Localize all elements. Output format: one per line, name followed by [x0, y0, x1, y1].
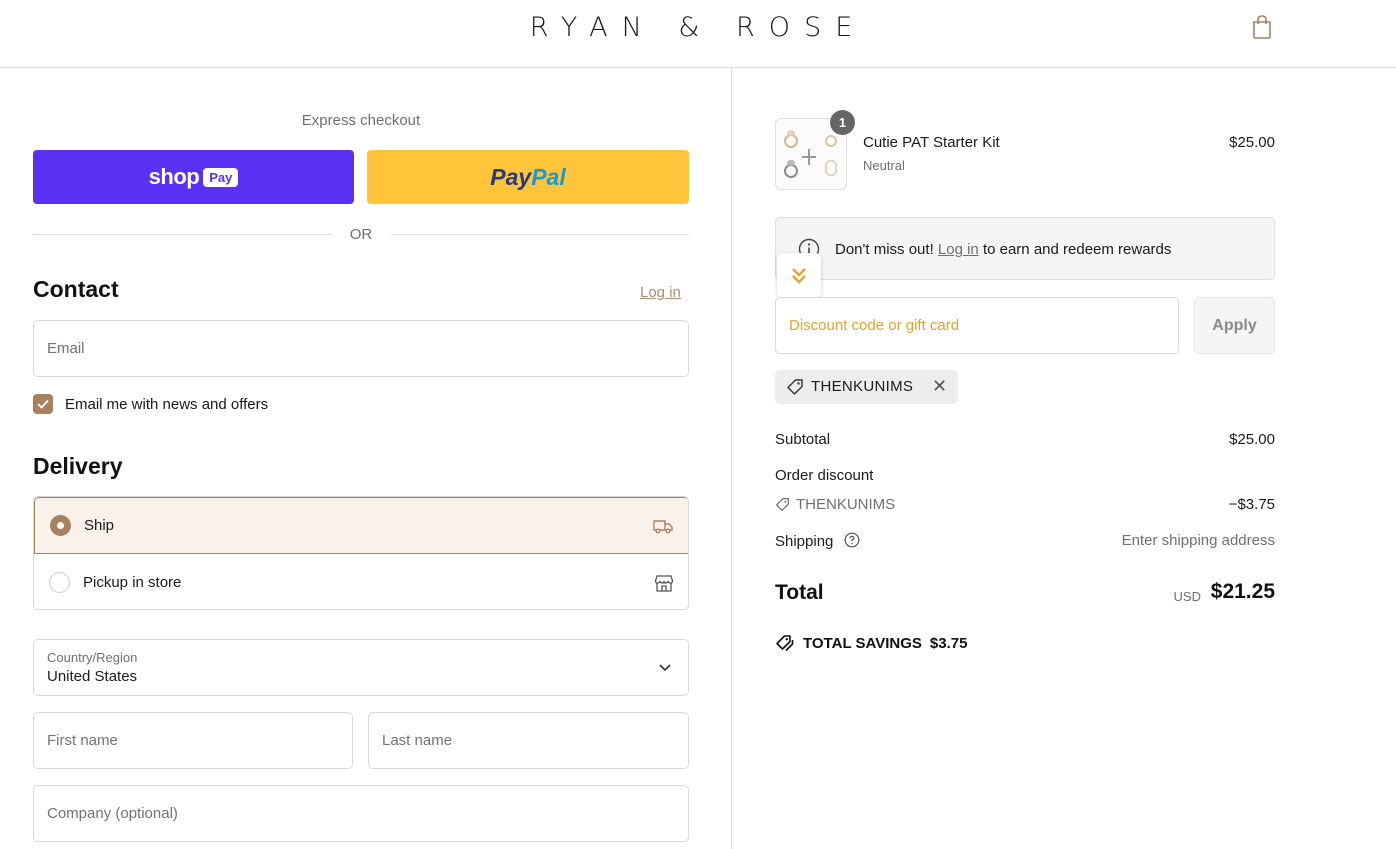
- newsletter-option[interactable]: Email me with news and offers: [33, 394, 268, 414]
- truck-icon: [653, 519, 673, 533]
- email-field[interactable]: Email: [33, 320, 689, 377]
- remove-code-icon[interactable]: ✕: [932, 377, 947, 395]
- store-icon: [654, 574, 674, 592]
- product-name: Cutie PAT Starter Kit: [863, 134, 1000, 151]
- rewards-login-link[interactable]: Log in: [938, 241, 979, 258]
- company-field[interactable]: Company (optional): [33, 785, 689, 842]
- savings-value: $3.75: [929, 634, 968, 652]
- last-name-field[interactable]: Last name: [368, 712, 689, 769]
- help-icon[interactable]: [844, 532, 860, 548]
- divider-line: [391, 234, 689, 235]
- discount-code-input[interactable]: Discount code or gift card: [775, 297, 1179, 354]
- total-currency: USD: [1173, 589, 1201, 604]
- total-value: $21.25: [1210, 580, 1275, 603]
- tag-icon: [787, 379, 803, 395]
- paypal-wordmark-pal: Pal: [531, 163, 566, 190]
- discount-value: −$3.75: [1228, 496, 1275, 513]
- newsletter-checkbox[interactable]: [33, 394, 53, 414]
- site-header: RYAN & ROSE: [0, 0, 1396, 68]
- discount-code-name: THENKUNIMS: [796, 496, 896, 513]
- delivery-heading: Delivery: [33, 453, 123, 479]
- shipping-label: Shipping: [775, 533, 834, 550]
- paypal-button[interactable]: Pay Pal: [367, 150, 689, 204]
- total-savings: TOTAL SAVINGS $3.75: [775, 634, 967, 652]
- pickup-radio[interactable]: [49, 572, 70, 593]
- order-discount-label: Order discount: [775, 467, 874, 484]
- email-placeholder: Email: [47, 340, 85, 357]
- rewards-text-before: Don't miss out!: [835, 241, 938, 258]
- company-placeholder: Company (optional): [47, 805, 178, 822]
- checkout-form: Express checkout shop Pay Pay Pal OR Cont…: [0, 68, 732, 849]
- contact-login-link[interactable]: Log in: [640, 284, 681, 301]
- rewards-text-after: to earn and redeem rewards: [978, 241, 1172, 258]
- subtotal-label: Subtotal: [775, 431, 831, 448]
- chevron-down-icon: [659, 664, 671, 672]
- savings-tag-icon: [776, 635, 794, 652]
- first-name-field[interactable]: First name: [33, 712, 353, 769]
- applied-code-text: THENKUNIMS: [811, 378, 914, 395]
- product-variant: Neutral: [863, 158, 905, 173]
- product-price: $25.00: [1229, 134, 1275, 151]
- double-chevron-down-icon: [792, 267, 806, 284]
- newsletter-label: Email me with news and offers: [65, 395, 269, 413]
- subtotal-value: $25.00: [1229, 431, 1275, 448]
- ship-radio[interactable]: [50, 515, 71, 536]
- shopping-bag-icon[interactable]: [1250, 14, 1274, 40]
- rewards-banner: Don't miss out! Log in to earn and redee…: [775, 217, 1275, 280]
- shop-pay-wordmark: shop: [148, 164, 200, 189]
- country-select[interactable]: Country/Region United States: [33, 639, 689, 696]
- ship-label: Ship: [84, 517, 115, 534]
- applied-discount-chip: THENKUNIMS ✕: [775, 370, 958, 404]
- pickup-label: Pickup in store: [83, 574, 182, 591]
- savings-label: TOTAL SAVINGS: [803, 634, 922, 652]
- apply-discount-button[interactable]: Apply: [1194, 297, 1275, 354]
- shop-pay-button[interactable]: shop Pay: [33, 150, 354, 204]
- discount-placeholder: Discount code or gift card: [789, 317, 960, 334]
- delivery-option-pickup[interactable]: Pickup in store: [34, 554, 688, 609]
- quantity-badge: 1: [830, 110, 855, 135]
- last-name-placeholder: Last name: [382, 732, 453, 749]
- tag-icon: [776, 498, 789, 511]
- discount-code-line: THENKUNIMS: [775, 496, 895, 513]
- delivery-method-group: Ship Pickup in store: [33, 496, 689, 610]
- first-name-placeholder: First name: [47, 732, 118, 749]
- checkmark-icon: [37, 399, 49, 409]
- express-checkout-label: Express checkout: [301, 112, 421, 129]
- country-value: United States: [47, 668, 138, 685]
- rewards-message: Don't miss out! Log in to earn and redee…: [835, 241, 1171, 258]
- or-divider: OR: [33, 226, 689, 244]
- shipping-value: Enter shipping address: [1121, 532, 1275, 549]
- shop-pay-badge: Pay: [203, 167, 239, 187]
- paypal-wordmark-pay: Pay: [490, 163, 532, 190]
- rewards-widget-toggle[interactable]: [777, 253, 821, 298]
- total-label: Total: [775, 581, 824, 604]
- delivery-option-ship[interactable]: Ship: [34, 497, 688, 554]
- country-caption: Country/Region: [47, 650, 138, 665]
- brand-logo[interactable]: RYAN & ROSE: [0, 12, 1396, 43]
- contact-heading: Contact: [33, 276, 119, 302]
- shipping-row-label: Shipping: [775, 532, 860, 550]
